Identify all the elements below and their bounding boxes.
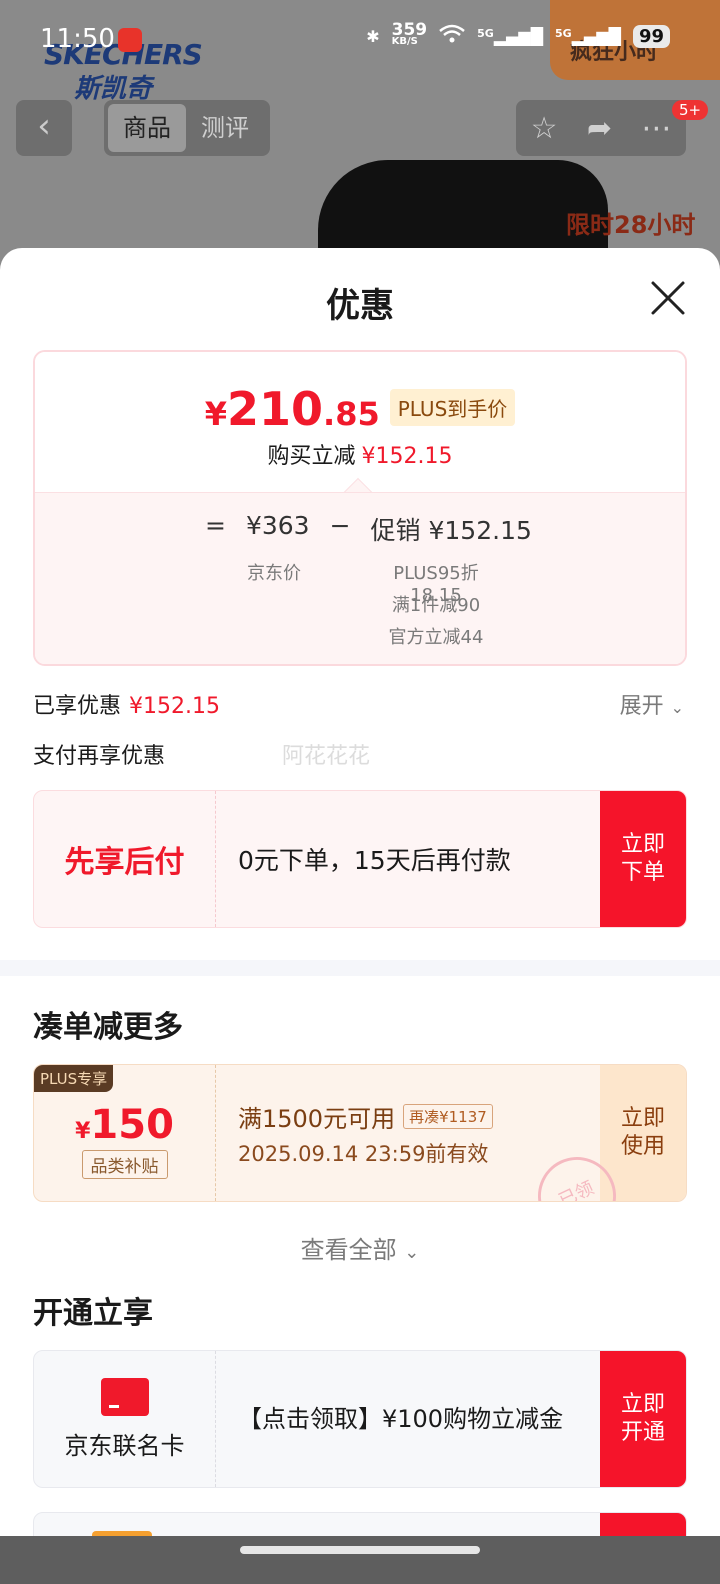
tab-reviews[interactable]: 测评: [186, 104, 264, 152]
coupon-condition: 满1500元可用: [238, 1104, 396, 1133]
top-actions: ☆ ➦ ⋯: [516, 100, 686, 156]
discount-sheet: 优惠 ¥210.85 PLUS到手价 购买立减 ¥152.15 = ¥363 − …: [0, 248, 720, 1584]
app-notification-icon: [118, 28, 142, 52]
view-all-button[interactable]: 查看全部 ⌄: [0, 1230, 720, 1265]
promo-label: 促销 ¥152.15: [370, 516, 532, 545]
signal-icon-2: 5G▂▄▆█: [555, 26, 621, 46]
minus-sign: −: [329, 511, 351, 540]
coupon-validity: 2025.09.14 23:59前有效: [238, 1141, 489, 1166]
status-time: 11:50: [40, 24, 115, 54]
more-icon[interactable]: ⋯: [641, 111, 671, 146]
bnpl-title: 先享后付: [64, 845, 185, 880]
jd-price: ¥363: [245, 511, 310, 540]
favorite-star-icon[interactable]: ☆: [531, 111, 558, 146]
status-bar: 11:50 ✱ 359 KB/S 5G▂▄▆█ 5G▂▄▆█ 99: [0, 0, 720, 80]
network-speed: 359 KB/S: [391, 20, 428, 48]
bnpl-card[interactable]: 先享后付 0元下单，15天后再付款 立即 下单: [33, 790, 687, 928]
signal-icon-1: 5G▂▄▆█: [477, 26, 544, 46]
final-price: ¥210.85: [204, 382, 380, 436]
purchase-reduction: 购买立减 ¥152.15: [267, 444, 453, 469]
sheet-title: 优惠: [326, 286, 394, 326]
card-name: 京东联名卡: [64, 1431, 185, 1460]
close-icon[interactable]: [650, 280, 686, 316]
watermark: 阿花花花: [282, 744, 371, 769]
share-icon[interactable]: ➦: [587, 111, 612, 146]
limited-time-badge: 限时28小时: [566, 211, 696, 239]
price-breakdown-card: ¥210.85 PLUS到手价 购买立减 ¥152.15 = ¥363 − 促销 …: [33, 350, 687, 666]
chevron-down-icon: ⌄: [670, 698, 684, 717]
order-now-button[interactable]: 立即 下单: [600, 791, 686, 927]
bluetooth-icon: ✱: [366, 26, 380, 46]
battery-icon: 99: [632, 24, 670, 48]
category-subsidy-tag: 品类补贴: [81, 1149, 168, 1179]
enjoyed-discount: 已享优惠 ¥152.15: [33, 694, 220, 719]
bnpl-desc: 0元下单，15天后再付款: [238, 846, 511, 875]
gap-amount-tag: 再凑¥1137: [403, 1103, 493, 1129]
plus-exclusive-badge: PLUS专享: [34, 1065, 114, 1092]
expand-button[interactable]: 展开 ⌄: [620, 688, 684, 720]
co-branded-card-offer[interactable]: 京东联名卡 【点击领取】¥100购物立减金 立即 开通: [33, 1350, 687, 1488]
credit-card-icon: [100, 1377, 149, 1416]
back-button[interactable]: ‹: [16, 100, 72, 156]
equals-sign: =: [205, 511, 226, 540]
message-badge: 5+: [672, 100, 709, 120]
plus-price-tag: PLUS到手价: [389, 389, 516, 426]
plus-coupon-card[interactable]: PLUS专享 ¥150 品类补贴 满1500元可用 再凑¥1137 2025.0…: [33, 1064, 687, 1202]
price-formula: = ¥363 − 促销 ¥152.15 京东价 PLUS95折18.15 满1件…: [35, 492, 685, 664]
promo-detail: 官方立减44: [388, 627, 484, 648]
page-tabs: 商品 测评: [104, 100, 270, 156]
home-indicator[interactable]: [240, 1546, 480, 1554]
jd-price-label: 京东价: [247, 563, 301, 584]
section-title-more: 凑单减更多: [33, 1010, 183, 1045]
promo-detail: 满1件减90: [391, 595, 481, 616]
card-offer-desc: 【点击领取】¥100购物立减金: [238, 1405, 564, 1433]
pay-more-label: 支付再享优惠: [33, 744, 166, 769]
open-now-button[interactable]: 立即 开通: [600, 1351, 686, 1487]
wifi-icon: [439, 24, 465, 48]
section-title-open: 开通立享: [33, 1296, 153, 1331]
section-divider: [0, 960, 720, 976]
chevron-down-icon: ⌄: [404, 1242, 420, 1263]
system-nav-bar: [0, 1536, 720, 1584]
tab-product[interactable]: 商品: [108, 104, 186, 152]
coupon-amount: ¥150: [75, 1101, 174, 1148]
status-icons: ✱ 359 KB/S 5G▂▄▆█ 5G▂▄▆█ 99: [366, 20, 670, 48]
